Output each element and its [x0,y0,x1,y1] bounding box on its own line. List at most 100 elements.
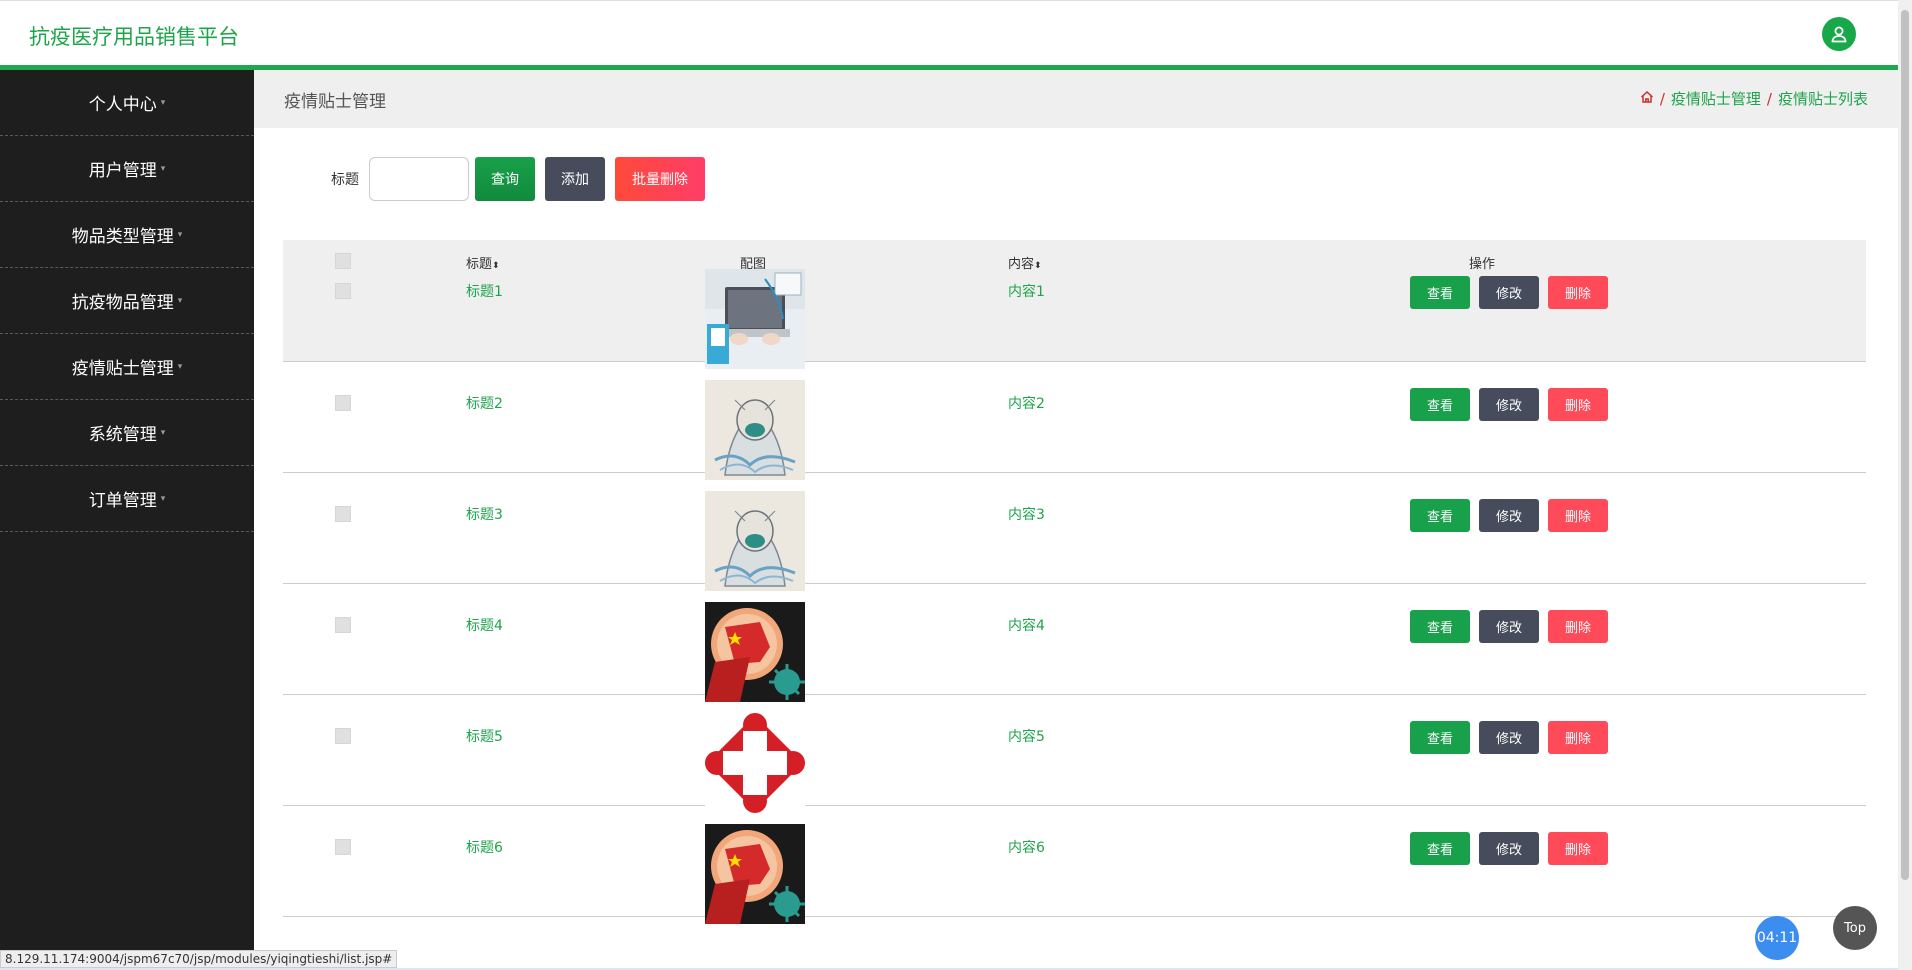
sidebar-item-item-type-management[interactable]: 物品类型管理 ▾ [0,202,254,268]
caret-down-icon: ▾ [160,97,166,108]
caret-down-icon: ▾ [160,427,166,438]
row-checkbox[interactable] [335,506,351,522]
sidebar-item-epidemic-tips-management[interactable]: 疫情贴士管理 ▾ [0,334,254,400]
row-content: 内容6 [1008,840,1045,856]
main-content: 疫情贴士管理 / 疫情贴士管理 / 疫情贴士列表 标题 查询 添加 批量删除 标… [254,70,1898,950]
sidebar-item-label: 物品类型管理 [71,227,174,247]
add-button[interactable]: 添加 [545,157,605,201]
page-header: 疫情贴士管理 / 疫情贴士管理 / 疫情贴士列表 [254,70,1898,128]
view-button[interactable]: 查看 [1410,276,1470,309]
header-label: 内容 [1008,257,1035,272]
sidebar-item-order-management[interactable]: 订单管理 ▾ [0,466,254,532]
edit-button[interactable]: 修改 [1479,610,1539,643]
delete-button[interactable]: 删除 [1548,832,1608,865]
page-scrollbar[interactable] [1898,0,1912,970]
red-cross-emblem[interactable] [705,713,805,813]
caret-down-icon: ▾ [160,163,166,174]
home-icon[interactable] [1640,90,1654,108]
sidebar-item-system-management[interactable]: 系统管理 ▾ [0,400,254,466]
table-row: 标题5 内容5 查看 修改 删除 [283,695,1866,813]
top-header: 抗疫医疗用品销售平台 [0,0,1898,65]
caret-down-icon: ▾ [160,493,166,504]
table-row: 标题1 内容1 查看 修改 删除 [283,269,1866,369]
row-checkbox[interactable] [335,728,351,744]
row-actions: 查看 修改 删除 [1410,610,1608,643]
delete-button[interactable]: 删除 [1548,499,1608,532]
row-title: 标题4 [466,618,503,634]
sidebar-item-label: 抗疫物品管理 [71,293,174,313]
table-row: 标题3 内容3 查看 修改 删除 [283,473,1866,591]
edit-button[interactable]: 修改 [1479,721,1539,754]
sidebar-item-label: 个人中心 [88,95,157,115]
delete-button[interactable]: 删除 [1548,721,1608,754]
caret-down-icon: ▾ [177,361,183,372]
back-to-top-button[interactable]: Top [1833,906,1877,950]
sidebar-item-label: 系统管理 [88,425,157,445]
view-button[interactable]: 查看 [1410,832,1470,865]
sort-icon[interactable]: ⬍ [492,261,500,271]
delete-button[interactable]: 删除 [1548,388,1608,421]
row-title: 标题1 [466,284,503,300]
scrollbar-thumb[interactable] [1901,10,1909,880]
row-content: 内容4 [1008,618,1045,634]
row-content: 内容2 [1008,396,1045,412]
sidebar-item-label: 订单管理 [88,491,157,511]
masked-figure-illustration[interactable] [705,491,805,591]
breadcrumb-item[interactable]: 疫情贴士列表 [1778,88,1868,109]
view-button[interactable]: 查看 [1410,388,1470,421]
view-button[interactable]: 查看 [1410,721,1470,754]
breadcrumb-item[interactable]: 疫情贴士管理 [1671,88,1761,109]
edit-button[interactable]: 修改 [1479,388,1539,421]
edit-button[interactable]: 修改 [1479,832,1539,865]
table-row: 标题6 内容6 查看 修改 删除 [283,806,1866,924]
row-title: 标题6 [466,840,503,856]
row-checkbox[interactable] [335,617,351,633]
sidebar-item-label: 疫情贴士管理 [71,359,174,379]
table-header: 标题⬍ 配图 内容⬍ 操作 [283,240,1866,282]
doctor-laptop-photo[interactable] [705,269,805,369]
row-content: 内容3 [1008,507,1045,523]
sidebar-item-user-management[interactable]: 用户管理 ▾ [0,136,254,202]
sort-icon[interactable]: ⬍ [1034,261,1042,271]
app-title: 抗疫医疗用品销售平台 [29,25,239,49]
row-title: 标题2 [466,396,503,412]
row-checkbox[interactable] [335,283,351,299]
delete-button[interactable]: 删除 [1548,610,1608,643]
browser-status-url: 8.129.11.174:9004/jspm67c70/jsp/modules/… [0,950,398,968]
user-icon[interactable] [1822,17,1856,51]
timer-badge[interactable]: 04:11 [1755,916,1799,960]
fist-vs-virus-poster[interactable] [705,602,805,702]
caret-down-icon: ▾ [177,295,183,306]
row-actions: 查看 修改 删除 [1410,388,1608,421]
delete-button[interactable]: 删除 [1548,276,1608,309]
view-button[interactable]: 查看 [1410,610,1470,643]
tips-table: 标题⬍ 配图 内容⬍ 操作 标题1 内容1 查看 修改 删除 标题2 内容2 查… [283,240,1866,924]
query-button[interactable]: 查询 [475,157,535,201]
row-content: 内容1 [1008,284,1045,300]
row-title: 标题5 [466,729,503,745]
sidebar-item-epidemic-supplies-management[interactable]: 抗疫物品管理 ▾ [0,268,254,334]
table-row: 标题4 内容4 查看 修改 删除 [283,584,1866,702]
row-actions: 查看 修改 删除 [1410,276,1608,309]
sidebar: 个人中心 ▾ 用户管理 ▾ 物品类型管理 ▾ 抗疫物品管理 ▾ 疫情贴士管理 ▾ 系统管理… [0,70,254,950]
column-header-content[interactable]: 内容⬍ [1008,253,1042,272]
masked-figure-illustration[interactable] [705,380,805,480]
edit-button[interactable]: 修改 [1479,276,1539,309]
header-label: 标题 [466,257,493,272]
select-all-checkbox[interactable] [335,253,351,269]
breadcrumb: / 疫情贴士管理 / 疫情贴士列表 [1640,88,1868,109]
row-checkbox[interactable] [335,395,351,411]
view-button[interactable]: 查看 [1410,499,1470,532]
row-actions: 查看 修改 删除 [1410,832,1608,865]
sidebar-item-personal-center[interactable]: 个人中心 ▾ [0,70,254,136]
column-header-ops: 操作 [1469,257,1496,272]
breadcrumb-separator: / [1766,89,1772,108]
column-header-title[interactable]: 标题⬍ [466,253,500,272]
row-checkbox[interactable] [335,839,351,855]
search-label: 标题 [331,172,359,188]
fist-vs-virus-poster[interactable] [705,824,805,924]
title-search-input[interactable] [369,157,469,201]
breadcrumb-separator: / [1659,89,1665,108]
edit-button[interactable]: 修改 [1479,499,1539,532]
batch-delete-button[interactable]: 批量删除 [615,157,705,201]
